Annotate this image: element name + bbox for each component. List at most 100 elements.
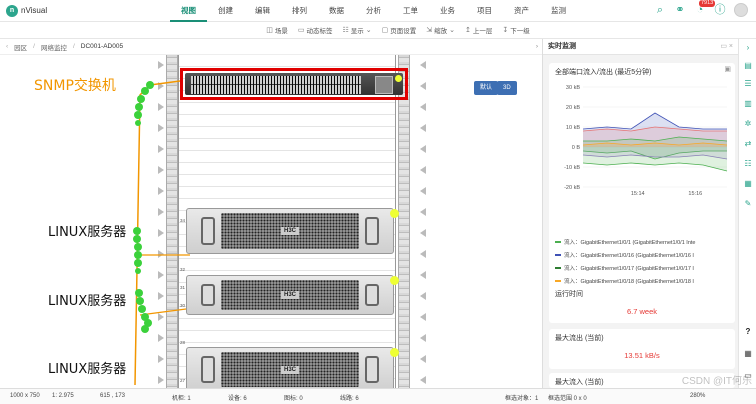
help-icon[interactable]: ? [743,327,753,337]
panel-controls: ▭ × [720,39,733,55]
linux-server-1[interactable]: H3C [186,208,399,254]
network-icon[interactable]: ✲ [743,119,753,129]
snmp-switch[interactable] [185,73,403,95]
legend-item[interactable]: 流入：GigabitEthernet1/0/16 (GigabitEtherne… [549,248,735,261]
menu-item-edit[interactable]: 编辑 [244,0,281,22]
menu-item-analysis[interactable]: 分析 [355,0,392,22]
toolbar-scene[interactable]: ◫ 场景 [266,25,288,35]
x-tick-label: 15:16 [688,191,702,197]
save-icon[interactable]: ▣ [724,65,731,73]
status-bar: 1000 x 750 1: 2.975 615 , 173 机柜: 1 设备: … [0,388,756,404]
wrench-icon[interactable]: ✎ [743,199,753,209]
bell-icon[interactable]: ◔ 7913 [694,0,716,17]
top-icons: ⌕ ⚭ ◔ 7913 ⓘ [654,0,748,17]
status-led [395,75,402,82]
rack-canvas[interactable]: 34 32 31 30 28 27 H3C H3C H3C 默认 3D SNMP… [0,55,542,388]
menu-item-create[interactable]: 创建 [207,0,244,22]
snmp-switch-label: SNMP交换机 [34,78,116,94]
list-icon[interactable]: ☰ [743,79,753,89]
legend-item[interactable]: 流入：GigabitEthernet1/0/17 (GigabitEtherne… [549,261,735,274]
server-handle [201,217,215,245]
monitor-icon[interactable]: ▥ [743,99,753,109]
top-menu-bar: n nVisual 视图 创建 编辑 排列 数据 分析 工单 业务 项目 资产 … [0,0,756,22]
max-out-title: 最大流出 (当前) [555,335,604,342]
status-led [390,348,399,357]
selection-range: 框选范围 0 x 0 [548,396,587,402]
runtime-value: 6.7 week [626,307,658,316]
chart-legend: 流入：GigabitEthernet1/0/1 (GigabitEthernet… [549,235,735,287]
breadcrumb-item[interactable]: 网络监控 [41,42,67,52]
toolbar-down-level[interactable]: ↧ 下一级 [502,25,529,35]
line-count: 线路: 6 [340,396,359,402]
image-icon[interactable]: ▦ [743,179,753,189]
menu-item-arrange[interactable]: 排列 [281,0,318,22]
toolbar-down-level-label: 下一级 [510,28,530,35]
breadcrumb: ‹ 园区 / 网络监控 / DC001-AD005 › [0,39,542,55]
panel-title: 实时监测 [548,43,576,50]
toolbar-display[interactable]: ☷ 显示 ⌄ [342,25,371,35]
share-icon[interactable]: ⚭ [674,3,686,17]
zoom-level[interactable]: 280% [690,393,705,399]
menu-item-assets[interactable]: 资产 [503,0,540,22]
y-tick-label: 30 kB [566,85,580,91]
display-icon: ☷ [342,27,349,34]
avatar[interactable] [734,3,748,17]
app-logo: n [6,5,18,17]
panel-header: 实时监测 ▭ × [543,39,738,55]
document-icon[interactable]: ▤ [743,61,753,71]
linux-server-2[interactable]: H3C [186,275,399,315]
toolbar-up-level-label: 上一层 [472,28,493,35]
search-icon[interactable]: ⌕ [654,3,666,17]
toolbar-zoom[interactable]: ⇲ 缩放 ⌄ [426,25,455,35]
realtime-monitor-panel: 实时监测 ▭ × 全部端口流入/流出 (最近5分钟) ▣ 30 kB 20 kB 1… [542,39,738,388]
x-tick-label: 15:14 [631,191,645,197]
swap-icon[interactable]: ⇄ [743,139,753,149]
runtime-title: 运行时间 [555,291,583,298]
rack-count: 机柜: 1 [172,396,191,402]
traffic-chart-card: 全部端口流入/流出 (最近5分钟) ▣ 30 kB 20 kB 10 kB 0 B -1… [549,63,735,303]
view-default-button[interactable]: 默认 [474,81,499,95]
help-icon[interactable]: ⓘ [714,3,726,17]
chevron-left-icon[interactable]: ‹ [6,43,8,50]
switch-module [375,76,393,94]
menu-item-data[interactable]: 数据 [318,0,355,22]
chevron-right-icon[interactable]: › [536,43,538,50]
traffic-chart[interactable]: 30 kB 20 kB 10 kB 0 B -10 kB -20 kB 15:14 15:16 [549,79,735,209]
view-3d-button[interactable]: 3D [497,81,517,95]
menu-item-business[interactable]: 业务 [429,0,466,22]
toolbar-up-level[interactable]: ↥ 上一层 [465,25,492,35]
breadcrumb-current: DC001-AD005 [80,43,124,50]
toolbar-display-label: 显示 [350,28,364,35]
toolbar-scene-label: 场景 [274,28,288,35]
zoom-icon: ⇲ [426,27,433,34]
table-icon[interactable]: ▦ [743,349,753,359]
legend-item[interactable]: 流入：GigabitEthernet1/0/1 (GigabitEthernet… [549,235,735,248]
server-handle [365,217,379,245]
icon-count: 图标: 0 [284,396,303,402]
snmp-switch-selection[interactable] [180,68,408,100]
linux-server-label: LINUX服务器 [48,294,127,309]
legend-label: 流入：GigabitEthernet1/0/16 (GigabitEtherne… [564,252,694,259]
scene-icon: ◫ [266,27,273,34]
toolbar-dynamic-tag[interactable]: ▭ 动态标签 [298,25,333,35]
main-menu: 视图 创建 编辑 排列 数据 分析 工单 业务 项目 资产 监测 [170,0,577,22]
close-icon[interactable]: × [729,43,733,50]
menu-item-workorder[interactable]: 工单 [392,0,429,22]
menu-item-project[interactable]: 项目 [466,0,503,22]
watermark: CSDN @IT何乐 [681,376,752,387]
breadcrumb-separator: / [72,43,75,50]
breadcrumb-item[interactable]: 园区 [14,42,27,52]
linux-server-3[interactable]: H3C [186,347,399,388]
server-handle [365,284,379,306]
legend-swatch [555,240,561,243]
server-handle [201,356,215,383]
chevron-down-icon: ⌄ [365,27,372,34]
toolbar-page-settings[interactable]: ▢ 页面设置 [382,25,417,35]
chevron-right-icon[interactable]: › [743,43,753,53]
menu-item-monitor[interactable]: 监测 [540,0,577,22]
layers-icon[interactable]: ☷ [743,159,753,169]
server-handle [365,356,379,383]
restore-icon[interactable]: ▭ [720,43,727,50]
cursor-coords: 615 , 173 [100,393,126,399]
menu-item-view[interactable]: 视图 [170,0,207,22]
